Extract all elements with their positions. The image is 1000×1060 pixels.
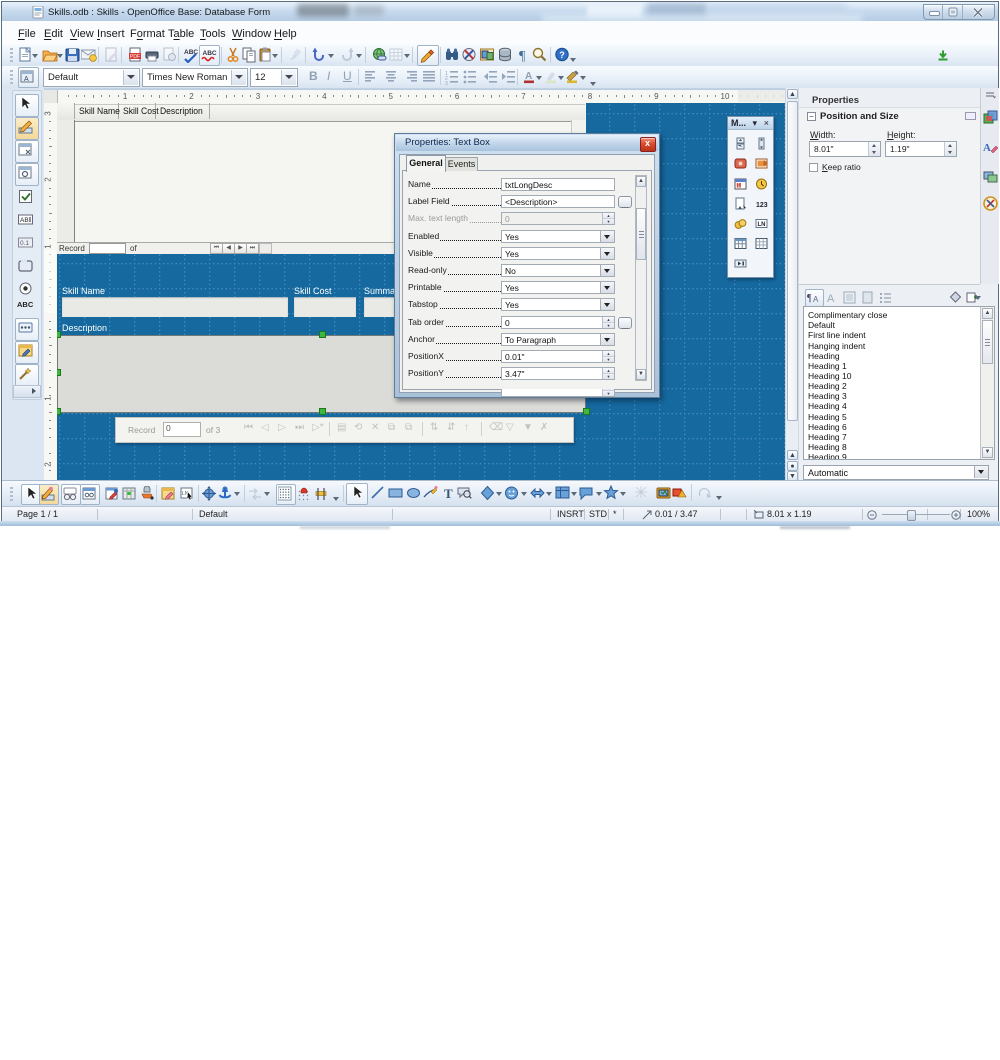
svg-text:AB: AB	[20, 217, 29, 224]
svg-text:¶: ¶	[807, 293, 812, 304]
svg-text:A: A	[827, 293, 835, 304]
svg-text:1: 1	[737, 183, 740, 189]
svg-text:123: 123	[756, 202, 768, 209]
svg-text:A: A	[24, 76, 29, 83]
svg-text:ABC: ABC	[203, 50, 217, 57]
svg-text:¶: ¶	[519, 49, 526, 63]
svg-text:0.1: 0.1	[20, 240, 29, 247]
svg-text:T: T	[444, 486, 453, 501]
svg-text:A: A	[813, 295, 819, 304]
svg-text:3: 3	[445, 81, 448, 85]
svg-text:A: A	[983, 142, 991, 154]
svg-text:PDF: PDF	[130, 54, 140, 60]
svg-text:?: ?	[559, 50, 565, 60]
svg-text:LN: LN	[758, 222, 766, 228]
svg-text:A: A	[525, 71, 532, 82]
